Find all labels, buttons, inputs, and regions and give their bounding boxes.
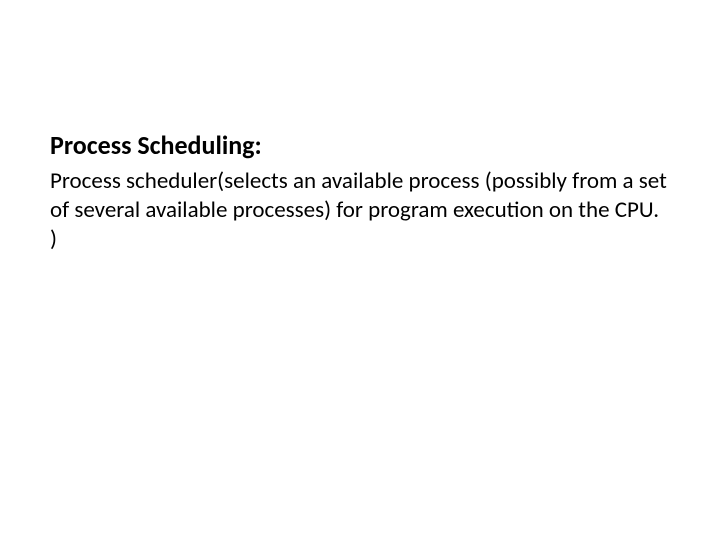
slide-body-text: Process scheduler(selects an available p… <box>50 167 670 253</box>
slide: Process Scheduling: Process scheduler(se… <box>0 0 720 540</box>
slide-heading: Process Scheduling: <box>50 130 670 161</box>
